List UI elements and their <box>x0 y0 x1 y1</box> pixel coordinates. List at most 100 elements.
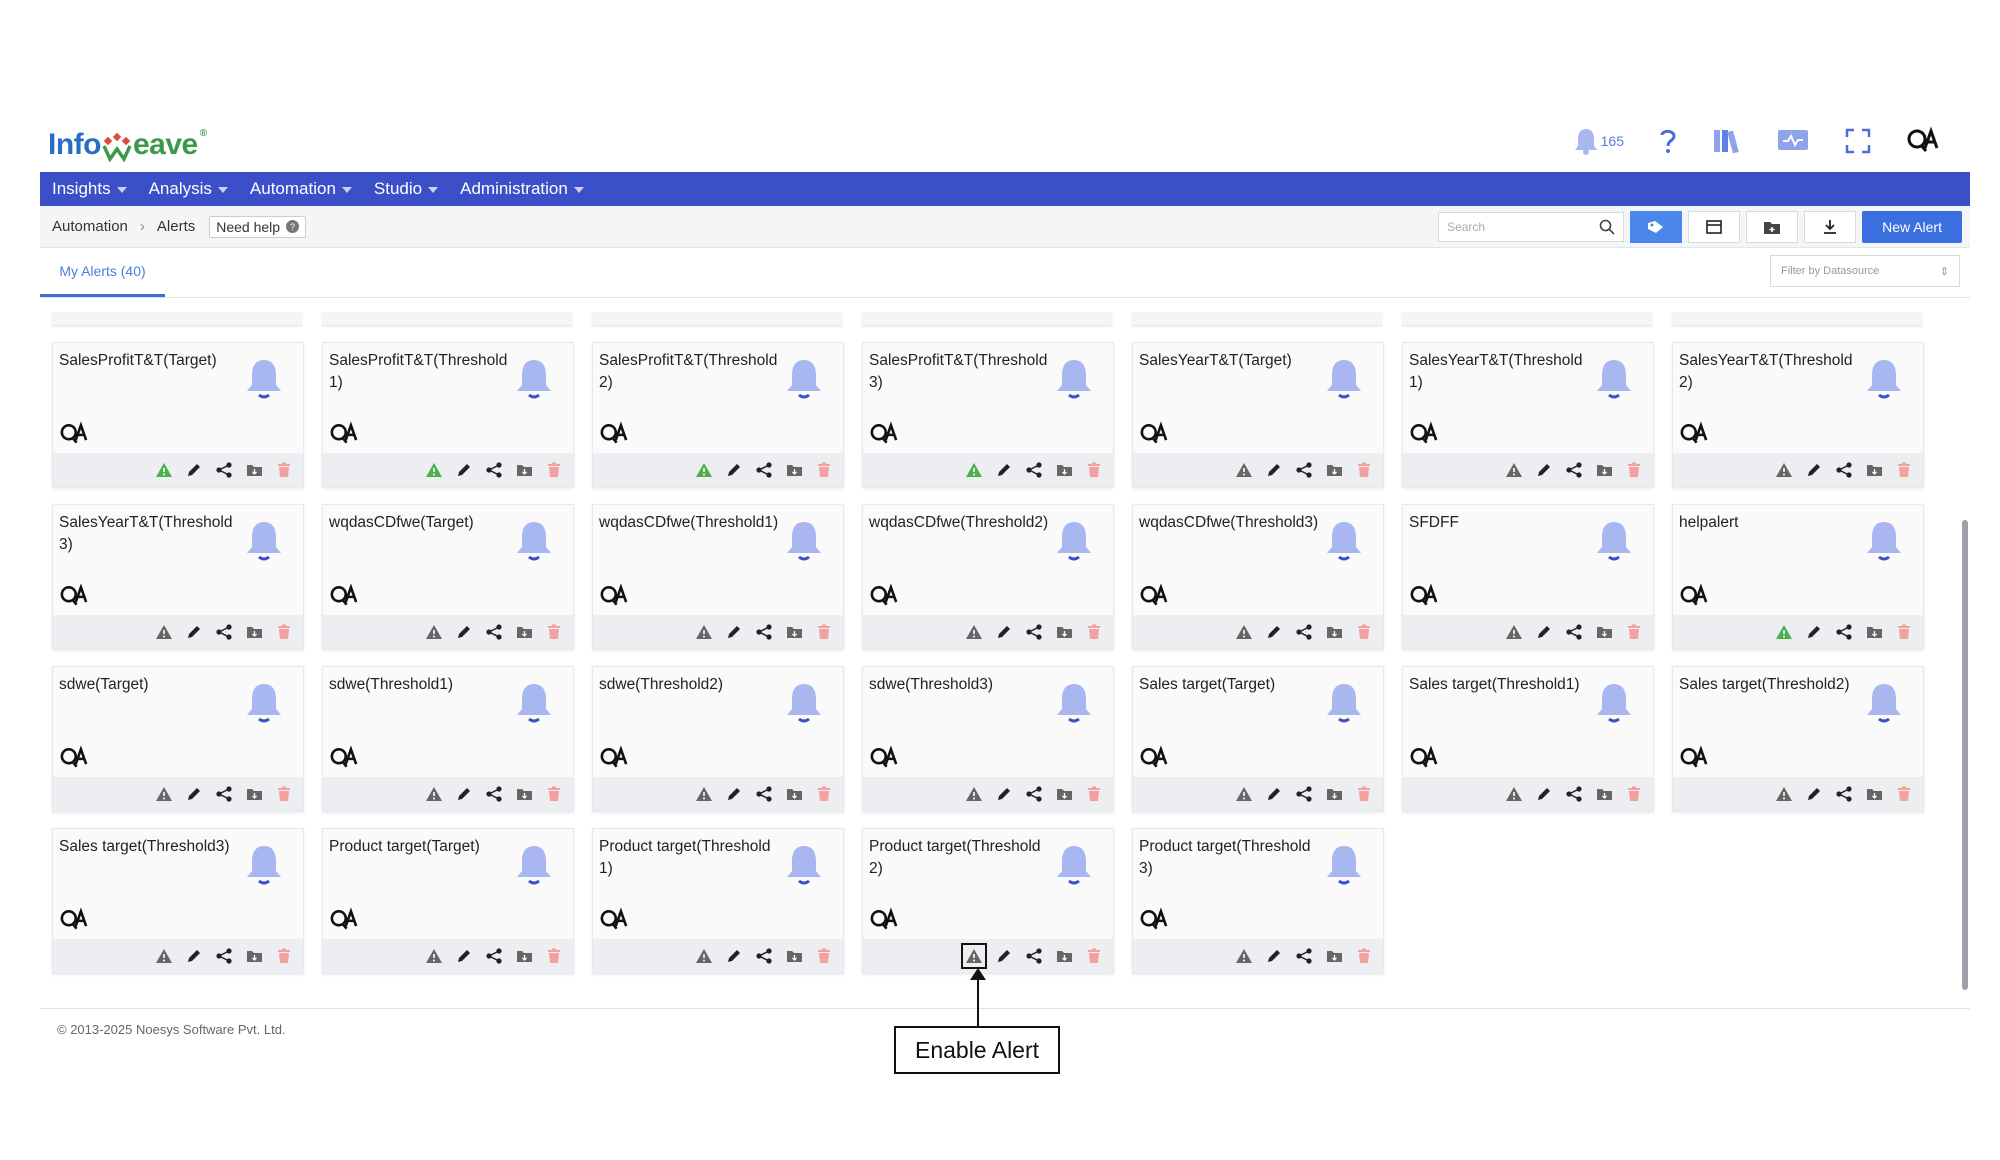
enable-alert-button[interactable] <box>1775 785 1793 803</box>
enable-alert-button[interactable] <box>155 947 173 965</box>
delete-alert-button[interactable] <box>1355 947 1373 965</box>
download-button[interactable] <box>1804 211 1857 243</box>
move-to-folder-button[interactable] <box>515 785 533 803</box>
tab-my-alerts[interactable]: My Alerts (40) <box>40 248 165 297</box>
alert-card[interactable]: SalesProfitT&T(Threshold1) <box>322 342 574 488</box>
breadcrumb-automation[interactable]: Automation <box>52 218 128 235</box>
delete-alert-button[interactable] <box>545 785 563 803</box>
alert-card[interactable]: SalesYearT&T(Threshold1) <box>1402 342 1654 488</box>
move-to-folder-button[interactable] <box>1055 947 1073 965</box>
enable-alert-button[interactable] <box>1775 461 1793 479</box>
share-alert-button[interactable] <box>1025 947 1043 965</box>
brand-logo[interactable]: Info eave ® <box>48 128 207 162</box>
share-alert-button[interactable] <box>1835 623 1853 641</box>
delete-alert-button[interactable] <box>1625 785 1643 803</box>
edit-alert-button[interactable] <box>455 947 473 965</box>
enable-alert-button[interactable] <box>1775 623 1793 641</box>
alert-card[interactable]: wqdasCDfwe(Target) <box>322 504 574 650</box>
delete-alert-button[interactable] <box>1085 461 1103 479</box>
share-alert-button[interactable] <box>215 623 233 641</box>
enable-alert-button[interactable] <box>965 785 983 803</box>
alert-card[interactable]: Product target(Threshold2) <box>862 828 1114 974</box>
scrollbar-thumb[interactable] <box>1962 520 1968 990</box>
delete-alert-button[interactable] <box>275 785 293 803</box>
alert-card[interactable]: sdwe(Target) <box>52 666 304 812</box>
share-alert-button[interactable] <box>1025 623 1043 641</box>
edit-alert-button[interactable] <box>995 785 1013 803</box>
need-help-button[interactable]: Need help ? <box>209 215 307 238</box>
share-alert-button[interactable] <box>1565 461 1583 479</box>
enable-alert-button[interactable] <box>1235 785 1253 803</box>
enable-alert-button[interactable] <box>155 785 173 803</box>
edit-alert-button[interactable] <box>1265 461 1283 479</box>
delete-alert-button[interactable] <box>275 947 293 965</box>
share-alert-button[interactable] <box>485 623 503 641</box>
share-alert-button[interactable] <box>215 785 233 803</box>
edit-alert-button[interactable] <box>185 785 203 803</box>
edit-alert-button[interactable] <box>725 623 743 641</box>
enable-alert-button[interactable] <box>1235 461 1253 479</box>
move-to-folder-button[interactable] <box>515 461 533 479</box>
edit-alert-button[interactable] <box>185 461 203 479</box>
move-to-folder-button[interactable] <box>1325 947 1343 965</box>
enable-alert-button[interactable] <box>1235 947 1253 965</box>
user-avatar[interactable] <box>1906 126 1940 156</box>
enable-alert-button[interactable] <box>965 461 983 479</box>
edit-alert-button[interactable] <box>455 623 473 641</box>
alert-card[interactable]: SalesYearT&T(Threshold3) <box>52 504 304 650</box>
delete-alert-button[interactable] <box>1355 461 1373 479</box>
alert-card[interactable]: SalesProfitT&T(Threshold2) <box>592 342 844 488</box>
move-to-folder-button[interactable] <box>1055 461 1073 479</box>
share-alert-button[interactable] <box>1025 461 1043 479</box>
delete-alert-button[interactable] <box>275 623 293 641</box>
alert-card[interactable]: Sales target(Target) <box>1132 666 1384 812</box>
move-to-folder-button[interactable] <box>245 785 263 803</box>
share-alert-button[interactable] <box>755 461 773 479</box>
edit-alert-button[interactable] <box>725 785 743 803</box>
share-alert-button[interactable] <box>1295 785 1313 803</box>
alert-card[interactable]: SalesProfitT&T(Target) <box>52 342 304 488</box>
move-to-folder-button[interactable] <box>785 785 803 803</box>
list-view-button[interactable] <box>1688 211 1741 243</box>
enable-alert-button[interactable] <box>695 623 713 641</box>
enable-alert-button[interactable] <box>155 623 173 641</box>
delete-alert-button[interactable] <box>1085 623 1103 641</box>
alert-card[interactable]: wqdasCDfwe(Threshold2) <box>862 504 1114 650</box>
delete-alert-button[interactable] <box>275 461 293 479</box>
enable-alert-button[interactable] <box>1505 623 1523 641</box>
alert-card[interactable]: Sales target(Threshold3) <box>52 828 304 974</box>
enable-alert-button[interactable] <box>425 461 443 479</box>
edit-alert-button[interactable] <box>185 623 203 641</box>
move-to-folder-button[interactable] <box>245 461 263 479</box>
share-alert-button[interactable] <box>215 461 233 479</box>
alert-card[interactable]: SalesYearT&T(Target) <box>1132 342 1384 488</box>
share-alert-button[interactable] <box>485 947 503 965</box>
fullscreen-button[interactable] <box>1844 127 1872 155</box>
nav-analysis[interactable]: Analysis <box>149 179 228 199</box>
move-to-folder-button[interactable] <box>785 623 803 641</box>
notifications-button[interactable]: 165 <box>1573 127 1624 155</box>
nav-automation[interactable]: Automation <box>250 179 352 199</box>
delete-alert-button[interactable] <box>1895 785 1913 803</box>
alert-card[interactable]: sdwe(Threshold2) <box>592 666 844 812</box>
edit-alert-button[interactable] <box>1265 623 1283 641</box>
delete-alert-button[interactable] <box>1355 785 1373 803</box>
move-to-folder-button[interactable] <box>1865 461 1883 479</box>
enable-alert-button[interactable] <box>695 461 713 479</box>
share-alert-button[interactable] <box>1025 785 1043 803</box>
move-to-folder-button[interactable] <box>1055 623 1073 641</box>
share-alert-button[interactable] <box>755 947 773 965</box>
alert-card[interactable]: SFDFF <box>1402 504 1654 650</box>
share-alert-button[interactable] <box>485 785 503 803</box>
move-to-folder-button[interactable] <box>1325 461 1343 479</box>
delete-alert-button[interactable] <box>815 947 833 965</box>
move-to-folder-button[interactable] <box>1865 623 1883 641</box>
move-to-folder-button[interactable] <box>1325 785 1343 803</box>
alert-card[interactable]: helpalert <box>1672 504 1924 650</box>
alert-card[interactable]: wqdasCDfwe(Threshold1) <box>592 504 844 650</box>
delete-alert-button[interactable] <box>1085 785 1103 803</box>
move-to-folder-button[interactable] <box>1865 785 1883 803</box>
delete-alert-button[interactable] <box>1895 461 1913 479</box>
enable-alert-button[interactable] <box>425 785 443 803</box>
delete-alert-button[interactable] <box>1085 947 1103 965</box>
